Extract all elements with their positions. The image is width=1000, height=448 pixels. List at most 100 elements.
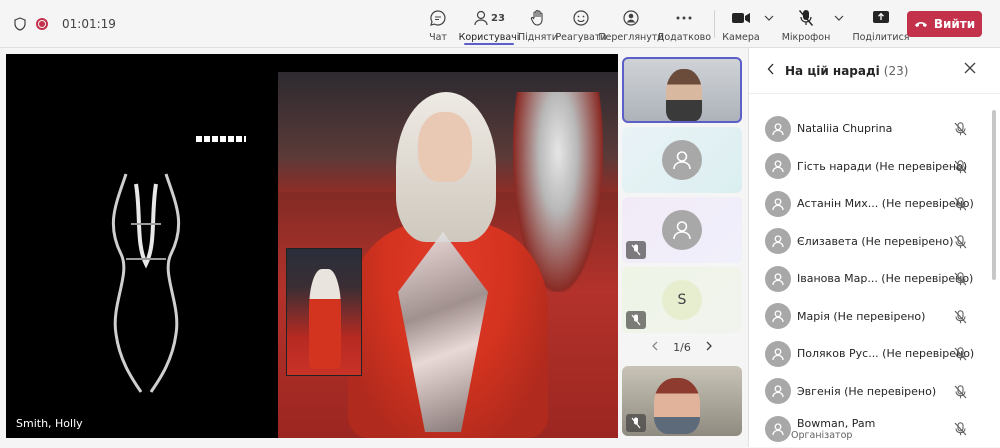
react-icon [572, 8, 590, 28]
participant-text: Єлизавета (Не перевірено) [791, 235, 953, 248]
participant-row[interactable]: Марія (Не перевірено) [749, 298, 993, 336]
participant-text: Марія (Не перевірено) [791, 310, 925, 323]
participant-text: Іванова Мар... (Не перевірено) [791, 272, 973, 285]
participant-row[interactable]: Гість наради (Не перевірено) [749, 148, 993, 186]
camera-options-button[interactable] [761, 0, 777, 48]
shared-screen[interactable]: Smith, Holly [6, 54, 618, 438]
people-icon [474, 10, 488, 26]
mic-off-icon[interactable] [954, 309, 967, 328]
participant-name: Гість наради (Не перевірено) [797, 159, 968, 173]
video-tile[interactable] [622, 366, 742, 436]
participant-row[interactable]: Nataliia Chuprina [749, 110, 993, 148]
mic-off-icon [798, 8, 814, 28]
mic-button[interactable]: Мікрофон [781, 0, 831, 48]
pager-label: 1/6 [673, 341, 691, 354]
chat-label: Чат [429, 32, 447, 43]
phone-hangup-icon [914, 22, 927, 27]
tile-pager: 1/6 [622, 341, 742, 354]
participant-role: Організатор [791, 429, 853, 441]
participant-name: Іванова Мар... (Не перевірено) [797, 272, 974, 286]
share-button[interactable]: Поділитися [852, 0, 910, 48]
person-icon [772, 160, 784, 173]
raise-hand-button[interactable]: Підняти [518, 0, 558, 48]
chevron-left-icon[interactable] [651, 341, 659, 354]
mic-off-icon[interactable] [954, 196, 967, 215]
person-icon [772, 235, 784, 248]
shared-artwork-panel [6, 54, 278, 438]
chevron-down-icon [764, 8, 774, 28]
camera-icon [731, 8, 751, 28]
person-icon [772, 348, 784, 360]
participant-row[interactable]: Эвгенія (Не перевірено) [749, 373, 993, 411]
more-button[interactable]: Додатково [656, 0, 712, 48]
participant-name: Марія (Не перевірено) [797, 309, 926, 323]
more-label: Додатково [656, 32, 712, 43]
toolbar-divider [714, 10, 715, 38]
video-tile[interactable] [622, 197, 742, 263]
person-icon [772, 273, 784, 285]
leave-label: Вийти [933, 17, 976, 31]
people-icon-wrap: 23 [473, 8, 505, 28]
shield-icon[interactable] [14, 16, 26, 31]
video-tile[interactable] [622, 127, 742, 193]
participant-text: Bowman, Pam Організатор [791, 417, 875, 441]
participant-row[interactable]: Єлизавета (Не перевірено) [749, 223, 993, 261]
panel-scrollbar[interactable] [992, 110, 996, 280]
view-label: Переглянути [598, 32, 664, 43]
camera-button[interactable]: Камера [721, 0, 761, 48]
avatar [662, 140, 702, 180]
presenter-name: Smith, Holly [16, 417, 83, 430]
people-label: Користувачі [458, 32, 520, 43]
chevron-right-icon[interactable] [705, 341, 713, 354]
photo-face [418, 112, 472, 182]
participant-row[interactable]: Bowman, Pam Організатор [749, 410, 993, 448]
mic-off-icon[interactable] [954, 384, 967, 403]
participant-row[interactable]: Астанін Мих... (Не перевірено) [749, 185, 993, 223]
meeting-timer: 01:01:19 [62, 16, 116, 31]
mic-off-icon[interactable] [954, 234, 967, 253]
chat-button[interactable]: Чат [418, 0, 458, 48]
close-icon[interactable] [964, 62, 976, 77]
video-tile-active-speaker[interactable] [622, 57, 742, 123]
avatar [765, 228, 791, 255]
view-button[interactable]: Переглянути [598, 0, 664, 48]
person-icon [673, 221, 691, 240]
mic-off-icon[interactable] [954, 346, 967, 365]
raise-hand-label: Підняти [518, 32, 558, 43]
mic-options-button[interactable] [831, 0, 847, 48]
participant-list: Nataliia Chuprina Гість наради (Не переві… [749, 110, 993, 448]
person-icon [772, 423, 784, 435]
more-icon [675, 8, 693, 28]
panel-title: На цій нараді [785, 63, 880, 78]
participant-name: Поляков Рус... (Не перевірено) [797, 347, 975, 361]
avatar-initial: S [662, 280, 702, 320]
mic-off-icon[interactable] [954, 159, 967, 178]
participant-row[interactable]: Іванова Мар... (Не перевірено) [749, 260, 993, 298]
person-icon [772, 198, 784, 210]
panel-count: (23) [883, 63, 909, 78]
photo-inset [286, 248, 362, 376]
participant-video [654, 378, 700, 434]
avatar [765, 190, 791, 217]
mic-off-icon[interactable] [954, 121, 967, 140]
chevron-left-icon[interactable] [767, 63, 775, 78]
meeting-status: 01:01:19 [0, 17, 116, 31]
avatar [765, 115, 791, 142]
participant-text: Астанін Мих... (Не перевірено) [791, 197, 974, 210]
participant-name: Эвгенія (Не перевірено) [797, 384, 937, 398]
participant-name: Bowman, Pam [797, 416, 876, 430]
participant-name: Nataliia Chuprina [797, 122, 893, 136]
react-button[interactable]: Реагувати [555, 0, 607, 48]
participant-row[interactable]: Поляков Рус... (Не перевірено) [749, 335, 993, 373]
mic-off-icon[interactable] [954, 271, 967, 290]
video-tile[interactable]: S [622, 267, 742, 333]
meeting-toolbar: 01:01:19 Чат 23 Користувачі Підняти Реаг… [0, 0, 1000, 48]
chevron-down-icon [834, 8, 844, 28]
inset-figure [309, 269, 341, 369]
raise-hand-icon [530, 8, 546, 28]
chat-icon [429, 8, 447, 28]
camera-label: Камера [722, 32, 760, 43]
mic-off-icon[interactable] [954, 421, 967, 440]
people-button[interactable]: 23 Користувачі [458, 0, 520, 48]
leave-button[interactable]: Вийти [907, 11, 982, 37]
